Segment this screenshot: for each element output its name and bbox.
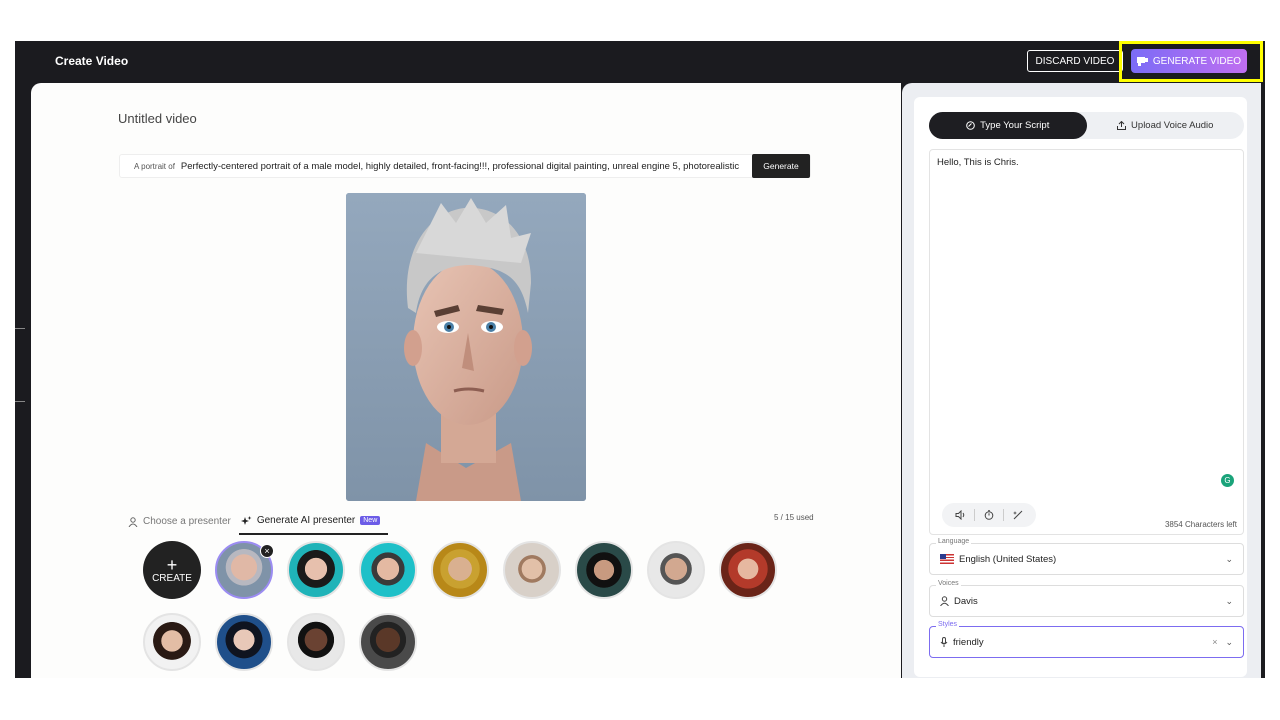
prompt-input[interactable]: Perfectly-centered portrait of a male mo… — [181, 161, 752, 172]
characters-left: 3854 Characters left — [1164, 520, 1237, 529]
style-select[interactable]: Styles friendly × ⌄ — [929, 621, 1244, 658]
script-icon — [966, 121, 975, 130]
chevron-down-icon: ⌄ — [1225, 636, 1233, 647]
generate-video-button[interactable]: GENERATE VIDEO — [1131, 49, 1247, 73]
timer-icon[interactable] — [979, 506, 999, 524]
editor-area: Untitled video A portrait of Perfectly-c… — [31, 83, 901, 678]
divider — [15, 401, 25, 402]
us-flag-icon — [940, 554, 954, 564]
generate-video-label: GENERATE VIDEO — [1152, 55, 1242, 67]
voice-value: Davis — [940, 596, 1225, 607]
speaker-icon[interactable] — [950, 506, 970, 524]
presenter-avatar[interactable] — [215, 613, 273, 671]
chevron-down-icon: ⌄ — [1225, 553, 1233, 564]
presenter-avatar[interactable] — [359, 613, 417, 671]
divider — [1003, 509, 1004, 521]
clear-icon[interactable]: × — [1212, 637, 1217, 647]
tab-upload-voice[interactable]: Upload Voice Audio — [1087, 112, 1245, 139]
presenter-avatar[interactable] — [287, 541, 345, 599]
upload-icon — [1117, 121, 1127, 130]
grammarly-icon[interactable]: G — [1221, 474, 1234, 487]
tab-label: Choose a presenter — [143, 516, 231, 527]
discard-video-button[interactable]: DISCARD VIDEO — [1027, 50, 1123, 72]
microphone-icon — [940, 637, 948, 647]
presenter-avatar[interactable] — [143, 613, 201, 671]
field-label: Language — [936, 538, 972, 545]
voice-text: Davis — [954, 595, 978, 607]
create-label: CREATE — [152, 572, 192, 584]
language-value: English (United States) — [940, 554, 1225, 565]
sparkle-icon — [240, 515, 252, 525]
script-tools — [942, 503, 1036, 527]
video-icon — [1136, 57, 1148, 66]
presenter-tabs: Choose a presenter Generate AI presenter… — [126, 513, 389, 535]
magic-wand-icon[interactable] — [1008, 506, 1028, 524]
voice-select[interactable]: Voices Davis ⌄ — [929, 580, 1244, 617]
script-card: Type Your Script Upload Voice Audio Hell… — [914, 97, 1247, 677]
prompt-bar: A portrait of Perfectly-centered portrai… — [119, 154, 811, 178]
presenter-avatar[interactable] — [431, 541, 489, 599]
presenter-avatar[interactable] — [503, 541, 561, 599]
presenter-avatar[interactable] — [287, 613, 345, 671]
language-select[interactable]: Language English (United States) ⌄ — [929, 538, 1244, 575]
prompt-label: A portrait of — [134, 161, 175, 171]
person-icon — [940, 596, 949, 606]
tab-generate-ai-presenter[interactable]: Generate AI presenter New — [238, 513, 389, 535]
chevron-down-icon: ⌄ — [1225, 595, 1233, 606]
create-presenter-button[interactable]: + CREATE — [143, 541, 201, 599]
script-text: Hello, This is Chris. — [937, 157, 1019, 168]
field-label: Voices — [936, 580, 961, 587]
top-bar: Create Video DISCARD VIDEO GENERATE VIDE… — [15, 41, 1265, 83]
new-badge: New — [360, 516, 381, 525]
tab-label: Upload Voice Audio — [1131, 120, 1214, 131]
generate-video-highlight: GENERATE VIDEO — [1119, 41, 1263, 82]
usage-counter: 5 / 15 used — [774, 513, 814, 522]
close-icon[interactable]: × — [260, 544, 274, 558]
presenter-avatar[interactable] — [575, 541, 633, 599]
app-title: Create Video — [55, 54, 129, 68]
tab-label: Type Your Script — [980, 120, 1050, 131]
style-value: friendly — [940, 637, 1212, 648]
field-label: Styles — [936, 621, 960, 628]
generate-button[interactable]: Generate — [752, 154, 810, 178]
presenter-avatar[interactable] — [359, 541, 417, 599]
tab-type-script[interactable]: Type Your Script — [929, 112, 1087, 139]
style-text[interactable]: friendly — [953, 637, 984, 648]
tab-choose-presenter[interactable]: Choose a presenter — [126, 513, 239, 535]
presenter-avatar[interactable] — [647, 541, 705, 599]
presenter-preview-image — [346, 193, 586, 501]
presenter-avatar[interactable] — [719, 541, 777, 599]
script-textarea[interactable]: Hello, This is Chris. G 3854 Characters — [929, 149, 1244, 535]
language-text: English (United States) — [959, 553, 1057, 565]
script-mode-toggle: Type Your Script Upload Voice Audio — [929, 112, 1244, 139]
person-icon — [128, 516, 138, 527]
tab-label: Generate AI presenter — [256, 515, 356, 526]
divider — [15, 328, 25, 329]
video-title[interactable]: Untitled video — [118, 111, 197, 126]
divider — [974, 509, 975, 521]
app-window: Create Video DISCARD VIDEO GENERATE VIDE… — [15, 41, 1265, 678]
script-panel: Type Your Script Upload Voice Audio Hell… — [902, 83, 1261, 678]
plus-icon: + — [166, 554, 178, 575]
